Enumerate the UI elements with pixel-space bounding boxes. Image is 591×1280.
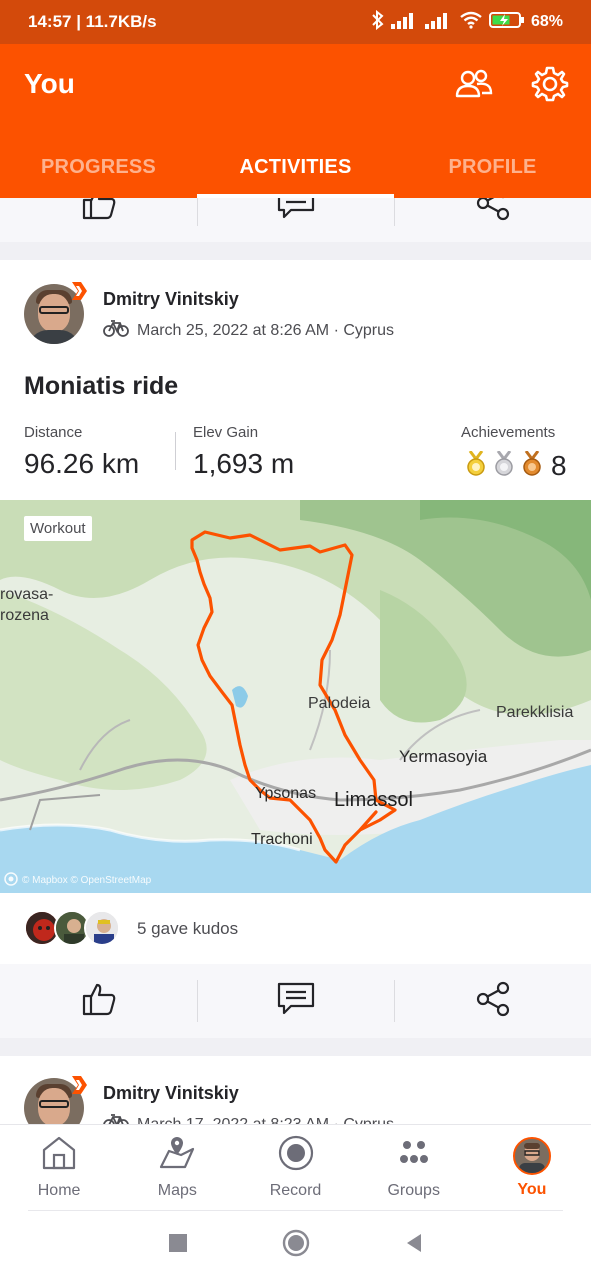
nav-maps[interactable]: Maps <box>118 1125 236 1210</box>
comment-icon <box>277 982 315 1021</box>
people-icon <box>455 69 493 104</box>
back-button[interactable] <box>403 1232 425 1259</box>
prev-share-button[interactable] <box>394 198 591 242</box>
wifi-icon <box>459 11 483 34</box>
signal-icon <box>390 11 419 34</box>
signal-icon-2 <box>424 11 453 34</box>
elev-gain-value: 1,693 m <box>193 448 295 479</box>
share-button[interactable] <box>394 964 591 1038</box>
you-avatar <box>512 1136 551 1175</box>
maps-icon <box>159 1135 195 1176</box>
thumbs-up-icon <box>81 198 117 225</box>
prev-action-row <box>0 198 591 242</box>
battery-percent: 68% <box>530 13 563 30</box>
bluetooth-icon <box>371 9 385 35</box>
nav-record-label: Record <box>269 1182 322 1199</box>
gear-icon <box>531 65 569 108</box>
bike-icon <box>103 319 129 342</box>
bike-icon <box>103 1113 129 1124</box>
next-activity-card[interactable]: Dmitry Vinitskiy March 17, 2022 at 8:23 … <box>0 1056 591 1124</box>
tab-progress[interactable]: PROGRESS <box>0 136 197 198</box>
home-system-button[interactable] <box>282 1229 310 1262</box>
map-svg: rovasa- rozena Palodeia Parekklisia Yerm… <box>0 500 591 893</box>
kudos-button[interactable] <box>0 964 197 1038</box>
nav-groups-label: Groups <box>387 1182 440 1199</box>
subscriber-badge-icon <box>68 1074 90 1096</box>
activity-card[interactable]: Dmitry Vinitskiy March 25, 2022 at 8:26 … <box>0 260 591 964</box>
system-navigation-bar <box>0 1210 591 1280</box>
prev-kudos-button[interactable] <box>0 198 197 242</box>
map-label-rovasa: rovasa- <box>0 586 53 603</box>
activity-meta: March 17, 2022 at 8:23 AM · Cyprus <box>103 1113 394 1124</box>
prev-comment-button[interactable] <box>197 198 394 242</box>
map-label-rozena: rozena <box>0 607 49 624</box>
bronze-medal-icon <box>521 449 543 482</box>
recents-button[interactable] <box>167 1232 189 1259</box>
status-time: 14:57 | 11.7KB/s <box>28 12 157 31</box>
elev-gain-label: Elev Gain <box>193 424 259 441</box>
groups-icon <box>396 1135 432 1176</box>
map-label-trachoni: Trachoni <box>251 831 313 848</box>
nav-groups[interactable]: Groups <box>355 1125 473 1210</box>
share-icon <box>475 981 511 1022</box>
mapbox-logo-icon <box>4 872 18 889</box>
nav-maps-label: Maps <box>157 1182 197 1199</box>
tab-activities[interactable]: ACTIVITIES <box>197 136 394 198</box>
map-attribution: © Mapbox © OpenStreetMap <box>4 872 151 889</box>
map-label-ypsonas: Ypsonas <box>255 785 316 802</box>
nav-home-label: Home <box>37 1182 81 1199</box>
map-label-palodeia: Palodeia <box>308 695 370 712</box>
kudos-avatars[interactable] <box>24 910 120 946</box>
nav-you[interactable]: You <box>473 1125 591 1210</box>
page-title: You <box>24 68 75 99</box>
activity-title[interactable]: Moniatis ride <box>24 372 178 401</box>
app-header: You PROGRESS ACTIVITIES PROFILE <box>0 44 591 198</box>
comment-button[interactable] <box>197 964 394 1038</box>
gold-medal-icon <box>465 449 487 482</box>
activity-date-location: March 17, 2022 at 8:23 AM · Cyprus <box>137 1115 395 1125</box>
home-icon <box>41 1135 77 1176</box>
battery-icon <box>488 11 525 34</box>
stat-divider <box>175 432 176 470</box>
achievements-count: 8 <box>551 450 567 481</box>
activity-meta: March 25, 2022 at 8:26 AM · Cyprus <box>103 319 394 342</box>
route-map[interactable]: rovasa- rozena Palodeia Parekklisia Yerm… <box>0 500 591 893</box>
nav-record[interactable]: Record <box>236 1125 354 1210</box>
activity-date-location: March 25, 2022 at 8:26 AM · Cyprus <box>137 321 395 339</box>
find-friends-button[interactable] <box>454 66 494 106</box>
tab-bar: PROGRESS ACTIVITIES PROFILE <box>0 136 591 198</box>
achievements-label: Achievements <box>461 424 556 441</box>
workout-tag: Workout <box>24 516 92 541</box>
subscriber-badge-icon <box>68 280 90 302</box>
map-attribution-text: © Mapbox © OpenStreetMap <box>22 875 152 886</box>
nav-you-label: You <box>517 1180 547 1198</box>
map-label-yermasoyia: Yermasoyia <box>399 747 488 766</box>
share-icon <box>475 198 511 226</box>
nav-home[interactable]: Home <box>0 1125 118 1210</box>
map-label-limassol: Limassol <box>334 789 413 811</box>
activity-action-row <box>0 964 591 1038</box>
distance-label: Distance <box>24 424 83 441</box>
map-label-parekklisia: Parekklisia <box>496 704 573 721</box>
kudos-avatar <box>84 910 120 946</box>
bottom-navigation: Home Maps Record Groups You <box>0 1124 591 1210</box>
comment-icon <box>277 198 315 225</box>
achievement-medals: 8 <box>465 449 567 482</box>
tab-profile[interactable]: PROFILE <box>394 136 591 198</box>
distance-value: 96.26 km <box>24 448 140 479</box>
activity-feed[interactable]: Dmitry Vinitskiy March 25, 2022 at 8:26 … <box>0 198 591 1124</box>
silver-medal-icon <box>493 449 515 482</box>
thumbs-up-icon <box>81 982 117 1021</box>
athlete-name[interactable]: Dmitry Vinitskiy <box>103 289 239 310</box>
settings-button[interactable] <box>530 66 570 106</box>
status-bar: 14:57 | 11.7KB/s 68% <box>0 0 591 44</box>
kudos-count-text[interactable]: 5 gave kudos <box>137 919 238 939</box>
athlete-name[interactable]: Dmitry Vinitskiy <box>103 1083 239 1104</box>
record-icon <box>278 1135 314 1176</box>
